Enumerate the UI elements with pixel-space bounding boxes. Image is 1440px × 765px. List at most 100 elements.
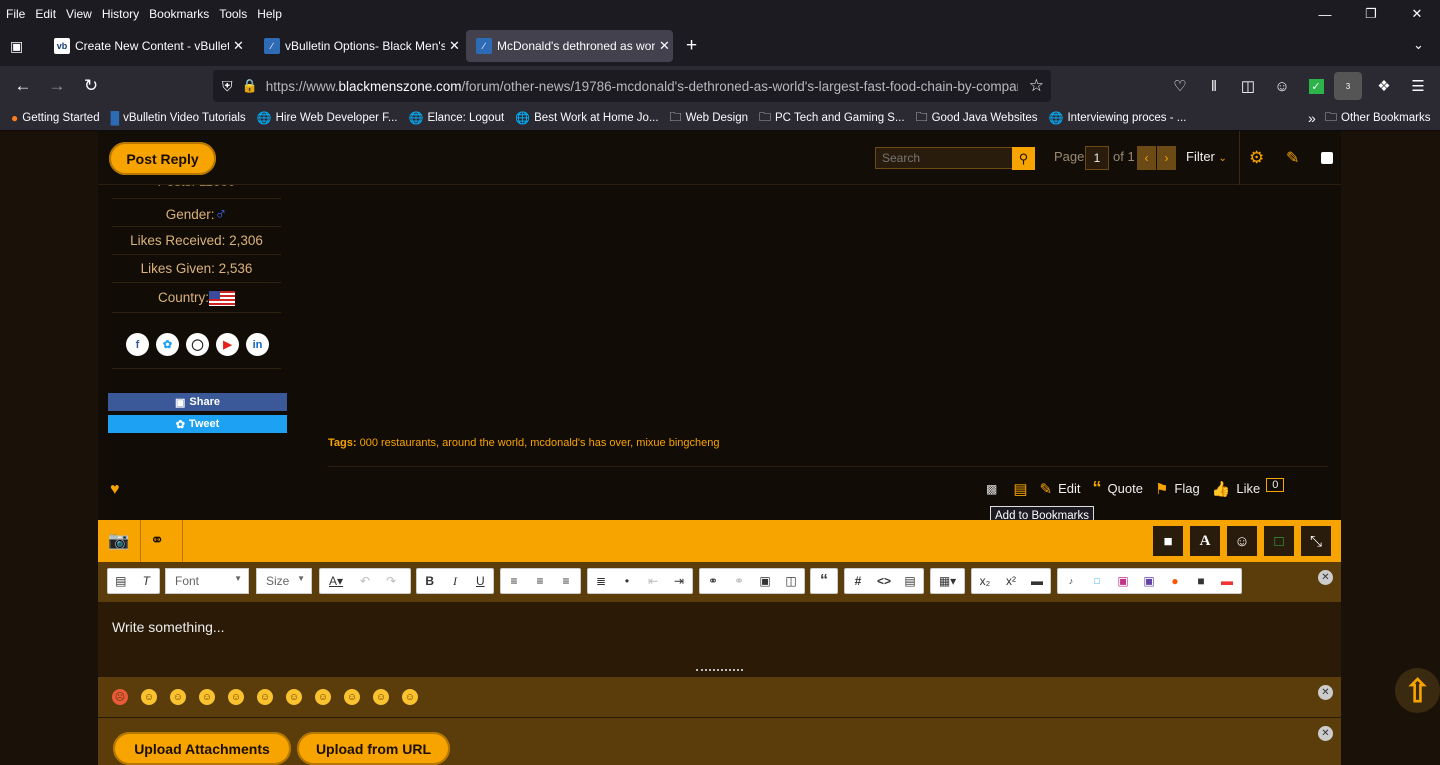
outdent-icon[interactable]: ⇤ bbox=[640, 569, 666, 593]
restore-icon[interactable]: ❐ bbox=[1348, 0, 1394, 28]
rolling-eyes-emoji-icon[interactable]: ☺ bbox=[344, 689, 360, 705]
tag-link[interactable]: mcdonald's has over bbox=[530, 437, 630, 449]
photo-icon[interactable]: 📷 bbox=[108, 531, 129, 551]
bookmark-java[interactable]: 🗀 Good Java Websites bbox=[916, 108, 1038, 129]
like-button[interactable]: 👍 Like bbox=[1212, 480, 1261, 498]
shield-icon[interactable]: ⛨ bbox=[222, 78, 233, 95]
tweet-button[interactable]: ✿ Tweet bbox=[108, 415, 287, 433]
surprised-emoji-icon[interactable]: ☺ bbox=[402, 689, 418, 705]
soundcloud-icon[interactable]: ● bbox=[1162, 569, 1188, 593]
menu-file[interactable]: File bbox=[6, 7, 25, 21]
search-icon[interactable]: ⚲ bbox=[1012, 147, 1035, 170]
grin-emoji-icon[interactable]: ☺ bbox=[141, 689, 157, 705]
reload-icon[interactable]: ↻ bbox=[74, 71, 108, 101]
menu-edit[interactable]: Edit bbox=[35, 7, 56, 21]
bold-icon[interactable]: B bbox=[417, 569, 442, 593]
font-select[interactable]: Font ▼ bbox=[165, 568, 249, 594]
tag-link[interactable]: 000 restaurants bbox=[360, 437, 436, 449]
fullscreen-icon[interactable]: ⤡ bbox=[1301, 526, 1331, 556]
page-number-input[interactable]: 1 bbox=[1085, 146, 1109, 170]
close-upload-icon[interactable]: ✕ bbox=[1318, 726, 1333, 741]
lock-icon[interactable]: 🔒 bbox=[242, 78, 258, 94]
link-icon[interactable]: ⚭ bbox=[700, 569, 726, 593]
menu-help[interactable]: Help bbox=[257, 7, 282, 21]
code-icon[interactable]: <> bbox=[871, 569, 897, 593]
close-window-icon[interactable]: ✕ bbox=[1394, 0, 1440, 28]
filter-dropdown[interactable]: Filter ⌄ bbox=[1186, 149, 1227, 164]
close-emoji-icon[interactable]: ✕ bbox=[1318, 685, 1333, 700]
sidebar-icon[interactable]: ◫ bbox=[1234, 72, 1262, 100]
tab-mcdonalds[interactable]: ∕ McDonald's dethroned as world ✕ bbox=[466, 30, 673, 62]
align-left-icon[interactable]: ≡ bbox=[501, 569, 527, 593]
wink-emoji-icon[interactable]: ☺ bbox=[315, 689, 331, 705]
hashtag-icon[interactable]: # bbox=[845, 569, 871, 593]
next-page-icon[interactable]: › bbox=[1157, 146, 1176, 170]
tab-create-content[interactable]: vb Create New Content - vBulletin ✕ bbox=[44, 30, 251, 62]
bookmark-elance[interactable]: 🌐 Elance: Logout bbox=[408, 111, 504, 125]
upload-from-url-button[interactable]: Upload from URL bbox=[297, 732, 450, 765]
menu-view[interactable]: View bbox=[66, 7, 92, 21]
bookmark-vbulletin-tutorials[interactable]: █ vBulletin Video Tutorials bbox=[111, 111, 246, 125]
facebook-share-button[interactable]: ▣ Share bbox=[108, 393, 287, 411]
bookmark-interviewing[interactable]: 🌐 Interviewing proces - ... bbox=[1049, 111, 1187, 125]
compose-icon[interactable]: ✎ bbox=[1286, 148, 1299, 168]
tab-list-icon[interactable]: ▣ bbox=[10, 38, 23, 55]
select-checkbox[interactable] bbox=[1321, 152, 1333, 164]
bookmark-web-design[interactable]: 🗀 Web Design bbox=[670, 108, 748, 129]
paste-text-icon[interactable]: ▤ bbox=[108, 569, 134, 593]
bookmarks-overflow-icon[interactable]: » bbox=[1308, 110, 1316, 126]
angry-emoji-icon[interactable]: ☹ bbox=[112, 689, 128, 705]
italic-icon[interactable]: I bbox=[442, 569, 467, 593]
instagram-icon[interactable]: ◯ bbox=[186, 333, 209, 356]
tag-link[interactable]: around the world bbox=[442, 437, 524, 449]
align-center-icon[interactable]: ≡ bbox=[527, 569, 553, 593]
youtube-icon[interactable]: ▶ bbox=[216, 333, 239, 356]
link-icon[interactable]: ⚭ bbox=[150, 531, 164, 551]
tag-link[interactable]: mixue bingcheng bbox=[636, 437, 719, 449]
app-menu-icon[interactable]: ☰ bbox=[1404, 72, 1432, 100]
account-icon[interactable]: ☺ bbox=[1268, 72, 1296, 100]
upload-attachments-button[interactable]: Upload Attachments bbox=[113, 732, 291, 765]
tongue-emoji-icon[interactable]: ☺ bbox=[228, 689, 244, 705]
new-tab-icon[interactable]: + bbox=[686, 35, 697, 57]
minimize-icon[interactable]: — bbox=[1302, 0, 1348, 28]
twitter-embed-icon[interactable]: □ bbox=[1084, 569, 1110, 593]
scroll-to-top-button[interactable]: ⇧ bbox=[1395, 668, 1440, 713]
facebook-icon[interactable]: f bbox=[126, 333, 149, 356]
underline-icon[interactable]: U bbox=[468, 569, 493, 593]
align-right-icon[interactable]: ≡ bbox=[553, 569, 579, 593]
indent-icon[interactable]: ⇥ bbox=[666, 569, 692, 593]
subscript-icon[interactable]: x₂ bbox=[972, 569, 998, 593]
resize-handle[interactable] bbox=[696, 669, 743, 673]
linkedin-icon[interactable]: in bbox=[246, 333, 269, 356]
cool-emoji-icon[interactable]: ☺ bbox=[373, 689, 389, 705]
ordered-list-icon[interactable]: ≣ bbox=[588, 569, 614, 593]
quote-button[interactable]: “Quote bbox=[1093, 478, 1143, 499]
tab-close-icon[interactable]: ✕ bbox=[449, 38, 460, 54]
forward-icon[interactable]: → bbox=[40, 71, 74, 101]
smile-emoji-icon[interactable]: ☺ bbox=[170, 689, 186, 705]
quote-icon[interactable]: “ bbox=[811, 569, 837, 593]
url-bar[interactable]: ⛨ 🔒 https://www.blackmenszone.com/forum/… bbox=[213, 70, 1051, 102]
font-style-icon[interactable]: A bbox=[1190, 526, 1220, 556]
menu-bookmarks[interactable]: Bookmarks bbox=[149, 7, 209, 21]
image-icon[interactable]: ▣ bbox=[752, 569, 778, 593]
table-icon[interactable]: ▦▾ bbox=[931, 569, 964, 593]
tab-close-icon[interactable]: ✕ bbox=[659, 38, 670, 54]
laptop-icon[interactable]: ▤ bbox=[1013, 480, 1027, 498]
horizontal-rule-icon[interactable]: ▬ bbox=[1024, 569, 1050, 593]
library-icon[interactable]: ‖ bbox=[1200, 72, 1228, 100]
document-icon[interactable]: ■ bbox=[1153, 526, 1183, 556]
undo-icon[interactable]: ↶ bbox=[352, 569, 378, 593]
other-bookmarks[interactable]: 🗀 Other Bookmarks bbox=[1325, 108, 1431, 129]
tiktok-icon[interactable]: ♪ bbox=[1058, 569, 1084, 593]
laugh-emoji-icon[interactable]: ☺ bbox=[257, 689, 273, 705]
twitter-icon[interactable]: ✿ bbox=[156, 333, 179, 356]
confused-emoji-icon[interactable]: ☺ bbox=[286, 689, 302, 705]
prev-page-icon[interactable]: ‹ bbox=[1137, 146, 1156, 170]
remove-format-icon[interactable]: T bbox=[134, 569, 160, 593]
text-color-icon[interactable]: A▾ bbox=[320, 569, 352, 593]
source-mode-icon[interactable]: □ bbox=[1264, 526, 1294, 556]
close-toolbar-icon[interactable]: ✕ bbox=[1318, 570, 1333, 585]
bookmark-star-icon[interactable]: ☆ bbox=[1029, 76, 1044, 96]
